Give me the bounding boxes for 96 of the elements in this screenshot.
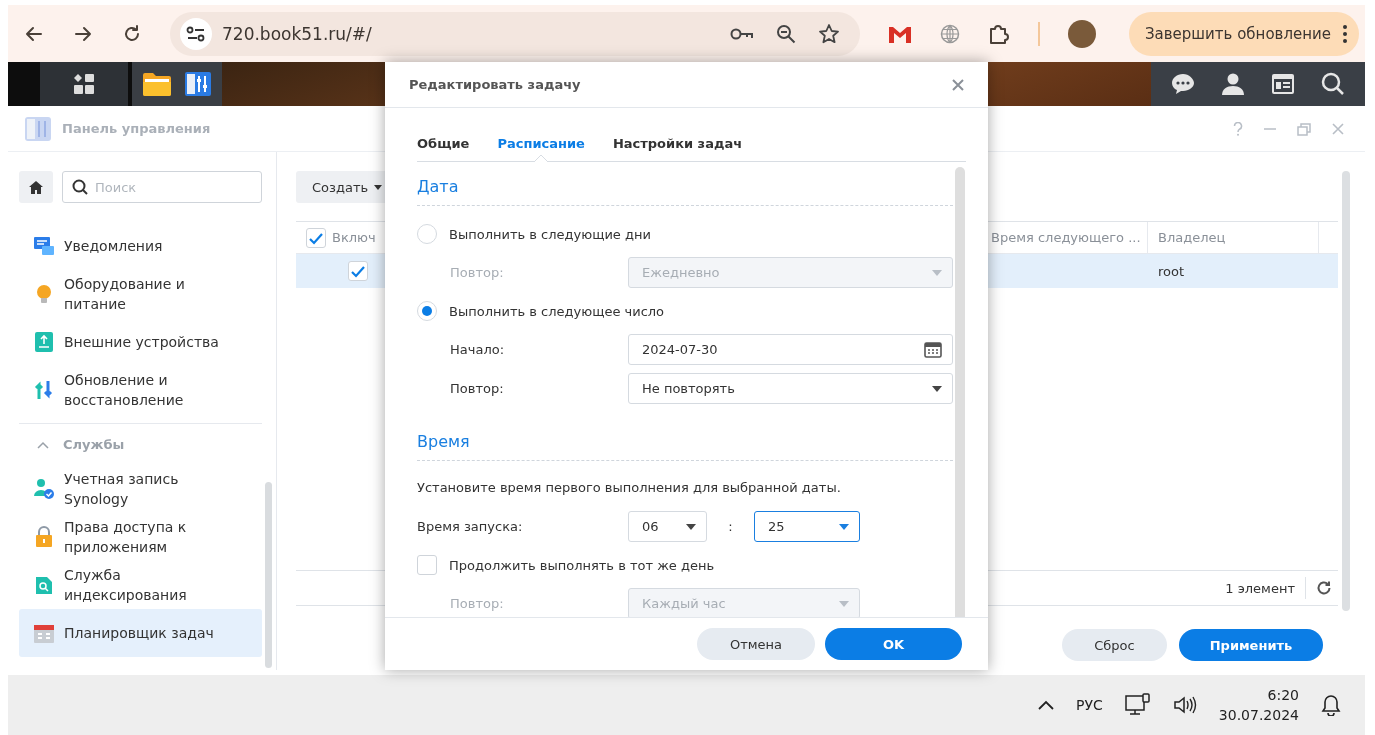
clock-time[interactable]: 6:20 xyxy=(1267,685,1299,705)
user-icon[interactable] xyxy=(1221,72,1245,96)
sidebar-item[interactable]: Учетная запись Synology xyxy=(19,465,262,513)
widget-icon[interactable] xyxy=(1271,73,1295,95)
checkbox[interactable] xyxy=(306,227,326,248)
date-field[interactable]: 2024-07-30 xyxy=(628,334,953,365)
reset-button[interactable]: Сброс xyxy=(1062,629,1167,661)
window-title: Панель управления xyxy=(62,121,211,136)
user-check-icon xyxy=(33,478,55,500)
chevron-up-icon[interactable] xyxy=(1038,700,1055,710)
device-icon xyxy=(33,331,55,353)
option-label: Выполнить в следующие дни xyxy=(449,226,651,242)
option-label: Выполнить в следующее число xyxy=(449,303,665,319)
scrollbar[interactable] xyxy=(1342,171,1350,611)
hint-text: Установите время первого выполнения для выбранной даты. xyxy=(417,479,842,497)
site-settings-icon[interactable] xyxy=(186,25,206,42)
sidebar-item[interactable]: Права доступа к приложениям xyxy=(19,513,262,561)
table-cell-text: root xyxy=(1157,262,1186,281)
dropdown[interactable]: 06 xyxy=(628,511,707,542)
notification-icon xyxy=(33,235,55,257)
globe-icon[interactable] xyxy=(940,23,960,44)
tab[interactable]: Настройки задач xyxy=(612,126,743,161)
search-icon xyxy=(72,179,88,195)
close-icon xyxy=(952,78,964,91)
separator-text: : xyxy=(727,519,734,534)
folder-icon[interactable] xyxy=(142,71,172,97)
clock-date[interactable]: 30.07.2024 xyxy=(1218,705,1299,725)
control-panel-icon[interactable] xyxy=(184,70,212,98)
key-icon[interactable] xyxy=(730,26,754,41)
bell-icon[interactable] xyxy=(1321,694,1341,716)
document-search-icon xyxy=(33,574,55,596)
avatar[interactable] xyxy=(1068,19,1096,48)
calendar-icon xyxy=(33,622,55,644)
refresh-button[interactable] xyxy=(1305,577,1332,599)
sidebar-item[interactable]: Уведомления xyxy=(19,222,262,270)
caret-icon xyxy=(374,184,383,190)
field-label: Повтор: xyxy=(450,596,505,611)
field-label: Начало: xyxy=(450,342,506,357)
sidebar-item[interactable]: Служба индексирования xyxy=(19,561,262,609)
star-icon[interactable] xyxy=(818,22,840,45)
field-label: Повтор: xyxy=(450,381,505,396)
caret-icon xyxy=(686,523,696,530)
refresh-icon xyxy=(1316,580,1332,596)
chat-icon[interactable] xyxy=(1171,73,1195,95)
sidebar-item[interactable]: Обновление и восстановление xyxy=(19,366,262,414)
update-button[interactable]: Завершить обновление xyxy=(1128,11,1359,56)
sidebar-item[interactable]: Внешние устройства xyxy=(19,318,262,366)
radio-button[interactable] xyxy=(417,301,437,321)
mail-icon[interactable] xyxy=(888,24,912,43)
section-header: Службы xyxy=(63,437,125,452)
scrollbar[interactable] xyxy=(955,167,965,617)
tab[interactable]: Расписание xyxy=(497,126,585,161)
reload-icon[interactable] xyxy=(122,23,142,44)
dropdown[interactable]: Не повторять xyxy=(628,373,953,404)
caret-icon xyxy=(839,523,849,530)
field-label: Повтор: xyxy=(450,265,505,280)
language-indicator[interactable]: РУС xyxy=(1076,697,1103,713)
item-count: 1 элемент xyxy=(1225,580,1295,596)
ok-button[interactable]: OK xyxy=(825,628,962,660)
column-header: Включ xyxy=(332,230,376,245)
sidebar-item[interactable]: Оборудование и питание xyxy=(19,270,262,318)
apply-button[interactable]: Применить xyxy=(1179,629,1323,661)
caret-icon xyxy=(932,269,942,276)
cancel-button[interactable]: Отмена xyxy=(697,628,815,660)
puzzle-icon[interactable] xyxy=(988,22,1010,45)
main-menu-button[interactable] xyxy=(40,62,128,106)
scrollbar[interactable] xyxy=(265,482,272,668)
tab[interactable]: Общие xyxy=(417,126,470,161)
network-icon[interactable] xyxy=(1124,693,1151,717)
grid-icon xyxy=(73,73,95,95)
search-field[interactable]: Поиск xyxy=(62,171,262,203)
caret-icon xyxy=(839,600,849,607)
lock-icon xyxy=(33,526,55,548)
search-icon[interactable] xyxy=(1321,72,1345,96)
dialog-title: Редактировать задачу xyxy=(409,77,581,92)
address-bar[interactable]: 720.book51.ru/#/ xyxy=(170,11,860,56)
calendar-icon xyxy=(924,341,942,358)
section-heading: Дата xyxy=(417,174,953,206)
section-heading: Время xyxy=(417,429,953,461)
caret-icon xyxy=(932,385,942,392)
close-button[interactable] xyxy=(952,78,964,91)
url-text: 720.book51.ru/#/ xyxy=(222,23,373,44)
control-panel-icon xyxy=(24,115,52,142)
dropdown[interactable]: 25 xyxy=(754,511,860,542)
radio-button[interactable] xyxy=(417,224,437,244)
sync-arrows-icon xyxy=(33,379,55,401)
option-label: Продолжить выполнять в тот же день xyxy=(449,557,715,573)
home-icon xyxy=(28,179,44,195)
sidebar-item[interactable]: Планировщик задач xyxy=(19,609,262,657)
zoom-out-icon[interactable] xyxy=(776,23,796,44)
checkbox[interactable] xyxy=(348,261,368,281)
checkbox[interactable] xyxy=(417,555,437,575)
field-label: Время запуска: xyxy=(417,519,524,534)
home-button[interactable] xyxy=(19,171,53,203)
more-icon[interactable] xyxy=(1343,24,1347,43)
volume-icon[interactable] xyxy=(1172,695,1197,715)
